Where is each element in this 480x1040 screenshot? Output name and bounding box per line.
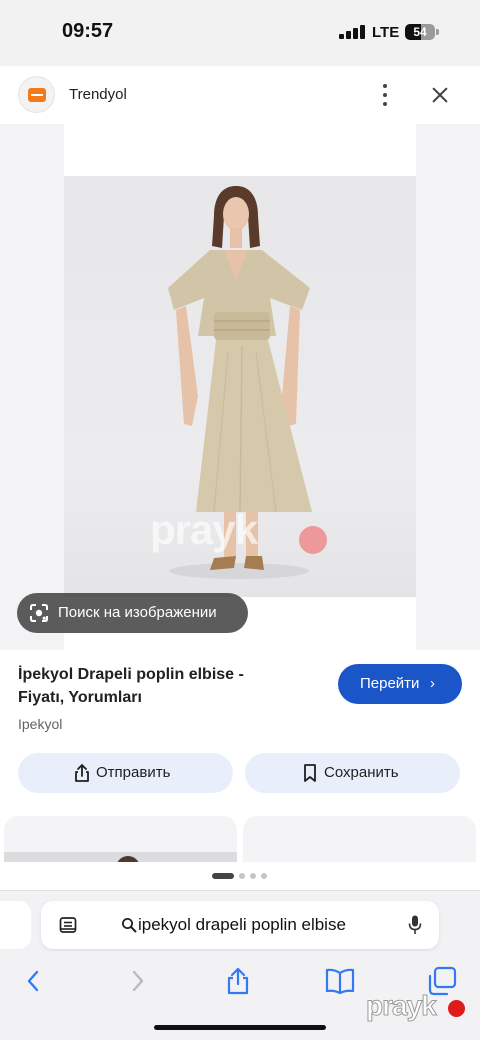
related-card[interactable]: [243, 816, 476, 862]
network-type: LTE: [372, 24, 400, 41]
image-watermark: prayk: [150, 506, 258, 553]
share-label: Отправить: [96, 764, 171, 781]
share-sheet-icon[interactable]: [221, 966, 255, 996]
bookmark-icon: [304, 764, 316, 782]
status-bar: 09:57 LTE 54: [0, 0, 480, 66]
more-options-icon[interactable]: [376, 83, 396, 107]
page-menu-icon[interactable]: [59, 916, 77, 934]
cellular-signal-icon: [339, 25, 365, 39]
lens-icon: [30, 604, 48, 622]
back-icon[interactable]: [17, 966, 51, 996]
battery-icon: 54: [405, 24, 435, 40]
status-time: 09:57: [62, 20, 114, 42]
go-to-site-label: Перейти: [360, 675, 420, 692]
product-title-line1: İpekyol Drapeli poplin elbise -: [18, 666, 244, 683]
chevron-right-icon: ›: [430, 675, 435, 692]
trendyol-logo-icon: [18, 76, 55, 113]
share-icon: [75, 763, 89, 782]
pager-dot: [261, 873, 267, 879]
battery-percent: 54: [413, 25, 427, 39]
product-photo[interactable]: prayk: [64, 176, 416, 597]
battery-tip: [436, 29, 439, 35]
pager-dot: [250, 873, 256, 879]
home-indicator[interactable]: [154, 1025, 326, 1030]
pager-dots: [212, 872, 272, 880]
address-bar[interactable]: ipekyol drapeli poplin elbise: [41, 901, 439, 949]
save-label: Сохранить: [324, 764, 399, 781]
watermark-dot: [299, 526, 327, 554]
forward-icon[interactable]: [120, 966, 154, 996]
related-card[interactable]: [4, 816, 237, 862]
overlay-watermark-dot: [448, 1000, 465, 1017]
pager-dot: [239, 873, 245, 879]
related-results: [0, 816, 480, 862]
product-title[interactable]: İpekyol Drapeli poplin elbise - Fiyatı, …: [18, 663, 318, 709]
share-button[interactable]: Отправить: [18, 753, 233, 793]
search-in-image-label: Поиск на изображении: [58, 604, 217, 621]
close-icon[interactable]: [428, 83, 452, 107]
image-viewer: prayk: [0, 124, 480, 650]
site-name: Trendyol: [69, 86, 127, 103]
site-header: Trendyol: [0, 66, 480, 124]
pager-dot: [212, 873, 234, 879]
product-title-line2: Fiyatı, Yorumları: [18, 689, 142, 706]
search-in-image-chip[interactable]: Поиск на изображении: [17, 593, 248, 633]
bookmarks-icon[interactable]: [323, 966, 357, 996]
address-text: ipekyol drapeli poplin elbise: [138, 915, 346, 934]
previous-tab-edge[interactable]: [0, 901, 31, 949]
search-icon: [122, 918, 137, 933]
save-button[interactable]: Сохранить: [245, 753, 460, 793]
go-to-site-button[interactable]: Перейти ›: [338, 664, 462, 704]
product-source: Ipekyol: [18, 716, 63, 732]
microphone-icon[interactable]: [407, 914, 423, 936]
overlay-watermark: prayk: [366, 990, 438, 1022]
